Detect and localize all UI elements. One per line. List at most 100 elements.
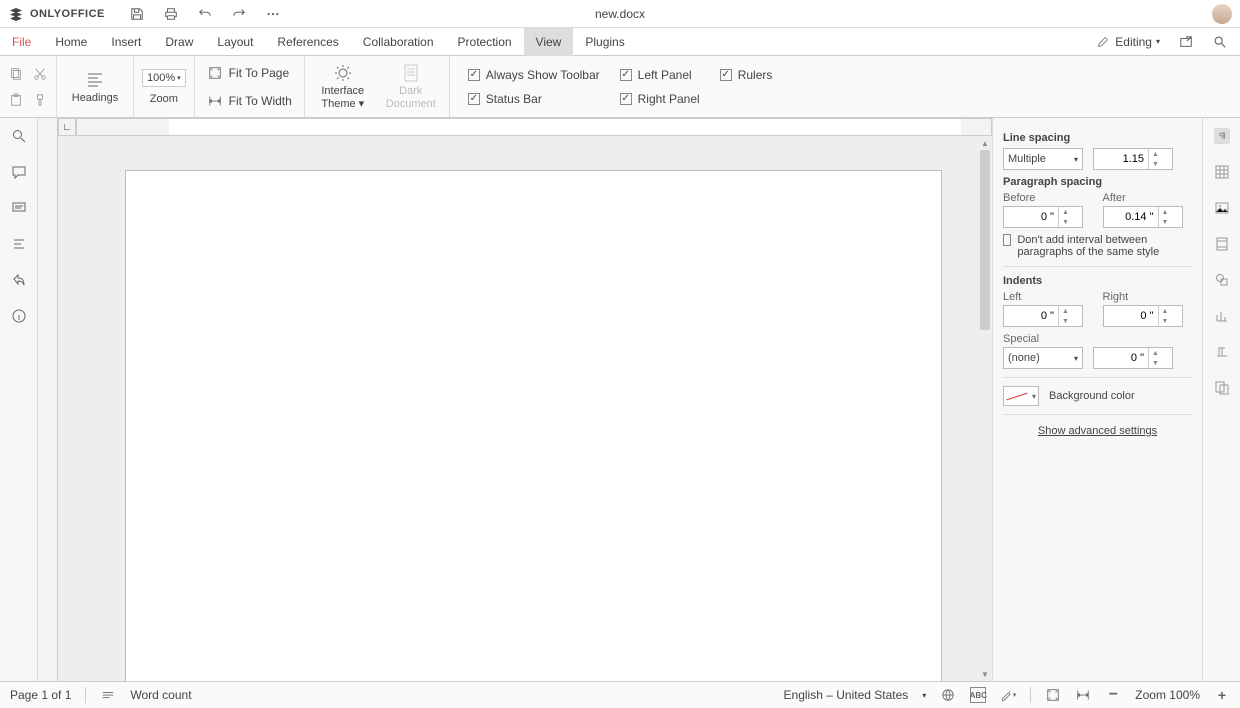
globe-icon[interactable] [940, 687, 956, 703]
checkbox-icon [468, 69, 480, 81]
before-input[interactable] [1004, 211, 1058, 223]
menu-file[interactable]: File [0, 28, 43, 56]
spin-up-icon[interactable]: ▲ [1159, 306, 1172, 316]
spellcheck-icon[interactable]: ABC [970, 687, 986, 703]
scroll-up-icon[interactable]: ▲ [978, 136, 992, 150]
zoom-combo[interactable]: 100% ▾ [142, 69, 186, 87]
chk-no-interval[interactable]: Don't add interval between paragraphs of… [1003, 234, 1192, 258]
copy-icon[interactable] [8, 66, 24, 82]
special-spinner[interactable]: ▲▼ [1093, 347, 1173, 369]
spin-up-icon[interactable]: ▲ [1159, 207, 1172, 217]
spin-up-icon[interactable]: ▲ [1149, 149, 1162, 159]
menu-home[interactable]: Home [43, 28, 99, 56]
spin-up-icon[interactable]: ▲ [1149, 348, 1162, 358]
special-value: (none) [1008, 352, 1040, 364]
scroll-down-icon[interactable]: ▼ [978, 667, 992, 681]
zoom-in-icon[interactable]: + [1214, 687, 1230, 703]
special-input[interactable] [1094, 352, 1148, 364]
comments-icon[interactable] [11, 164, 27, 180]
indent-right-spinner[interactable]: ▲▼ [1103, 305, 1183, 327]
menu-collaboration[interactable]: Collaboration [351, 28, 446, 56]
table-settings-icon[interactable] [1214, 164, 1230, 180]
undo-icon[interactable] [197, 6, 213, 22]
headings-button[interactable]: Headings [65, 70, 125, 104]
fit-width-status-icon[interactable] [1075, 687, 1091, 703]
special-select[interactable]: (none)▾ [1003, 347, 1083, 369]
info-icon[interactable] [11, 308, 27, 324]
before-spinner[interactable]: ▲▼ [1003, 206, 1083, 228]
chk-always-toolbar[interactable]: Always Show Toolbar [468, 68, 600, 82]
status-language[interactable]: English – United States [784, 688, 909, 702]
mailmerge-icon[interactable] [1214, 380, 1230, 396]
menu-layout[interactable]: Layout [205, 28, 265, 56]
user-avatar[interactable] [1212, 4, 1232, 24]
tab-stop-selector[interactable]: ∟ [58, 118, 76, 136]
line-spacing-mode[interactable]: Multiple▾ [1003, 148, 1083, 170]
chk-right-panel[interactable]: Right Panel [620, 92, 700, 106]
line-spacing-input[interactable] [1094, 153, 1148, 165]
vertical-ruler[interactable] [38, 118, 58, 681]
scroll-thumb[interactable] [980, 150, 990, 330]
document-page[interactable] [125, 170, 942, 681]
chk-left-panel[interactable]: Left Panel [620, 68, 700, 82]
more-icon[interactable] [265, 6, 281, 22]
chk-rulers-label: Rulers [738, 68, 773, 82]
spin-up-icon[interactable]: ▲ [1059, 306, 1072, 316]
status-wordcount[interactable]: Word count [130, 688, 191, 702]
menu-draw[interactable]: Draw [153, 28, 205, 56]
chk-rulers[interactable]: Rulers [720, 68, 773, 82]
after-input[interactable] [1104, 211, 1158, 223]
status-page[interactable]: Page 1 of 1 [10, 688, 71, 702]
menu-plugins[interactable]: Plugins [573, 28, 636, 56]
advanced-settings-link[interactable]: Show advanced settings [1003, 425, 1192, 437]
spin-down-icon[interactable]: ▼ [1059, 217, 1072, 227]
horizontal-ruler[interactable] [76, 118, 992, 136]
header-footer-icon[interactable] [1214, 236, 1230, 252]
status-zoom[interactable]: Zoom 100% [1135, 688, 1200, 702]
navigation-icon[interactable] [11, 236, 27, 252]
format-painter-icon[interactable] [32, 92, 48, 108]
save-icon[interactable] [129, 6, 145, 22]
spin-down-icon[interactable]: ▼ [1149, 358, 1162, 368]
fit-to-width[interactable]: Fit To Width [207, 93, 292, 109]
menu-view[interactable]: View [524, 28, 574, 56]
spin-down-icon[interactable]: ▼ [1159, 217, 1172, 227]
indent-left-spinner[interactable]: ▲▼ [1003, 305, 1083, 327]
redo-icon[interactable] [231, 6, 247, 22]
line-spacing-value[interactable]: ▲▼ [1093, 148, 1173, 170]
chat-icon[interactable] [11, 200, 27, 216]
editing-mode[interactable]: Editing ▾ [1095, 34, 1160, 50]
open-location-icon[interactable] [1178, 34, 1194, 50]
spin-down-icon[interactable]: ▼ [1059, 316, 1072, 326]
shape-settings-icon[interactable] [1214, 272, 1230, 288]
dark-document-button[interactable]: DarkDocument [381, 63, 441, 109]
spin-up-icon[interactable]: ▲ [1059, 207, 1072, 217]
find-icon[interactable] [11, 128, 27, 144]
after-spinner[interactable]: ▲▼ [1103, 206, 1183, 228]
chk-status-bar[interactable]: Status Bar [468, 92, 600, 106]
fit-page-status-icon[interactable] [1045, 687, 1061, 703]
zoom-out-icon[interactable]: − [1105, 687, 1121, 703]
feedback-icon[interactable] [11, 272, 27, 288]
paste-icon[interactable] [8, 92, 24, 108]
menu-insert[interactable]: Insert [99, 28, 153, 56]
fit-to-page[interactable]: Fit To Page [207, 65, 289, 81]
cut-icon[interactable] [32, 66, 48, 82]
spin-down-icon[interactable]: ▼ [1159, 316, 1172, 326]
menu-references[interactable]: References [265, 28, 350, 56]
menu-protection[interactable]: Protection [446, 28, 524, 56]
spin-down-icon[interactable]: ▼ [1149, 159, 1162, 169]
print-icon[interactable] [163, 6, 179, 22]
tracking-icon[interactable]: ▾ [1000, 687, 1016, 703]
textart-settings-icon[interactable] [1214, 344, 1230, 360]
bg-color-picker[interactable] [1003, 386, 1039, 406]
paragraph-settings-icon[interactable] [1214, 128, 1230, 144]
interface-theme-button[interactable]: InterfaceTheme ▾ [313, 63, 373, 109]
document-scroll[interactable]: ▲ ▼ [58, 136, 992, 681]
vertical-scrollbar[interactable]: ▲ ▼ [978, 136, 992, 681]
image-settings-icon[interactable] [1214, 200, 1230, 216]
search-icon[interactable] [1212, 34, 1228, 50]
chart-settings-icon[interactable] [1214, 308, 1230, 324]
indent-right-input[interactable] [1104, 310, 1158, 322]
indent-left-input[interactable] [1004, 310, 1058, 322]
